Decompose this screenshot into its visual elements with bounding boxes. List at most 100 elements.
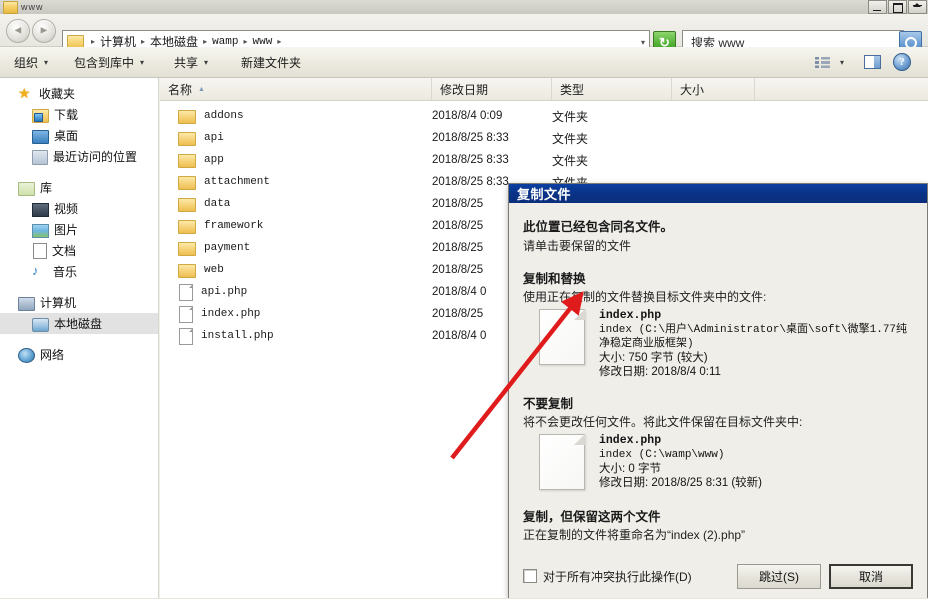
source-file-path: index (C:\用户\Administrator\桌面\soft\微擎1.7… [599, 323, 913, 351]
navigation-sidebar[interactable]: ★ 收藏夹 下载 桌面 最近访问的位置 库 视频 [0, 78, 159, 599]
toolbar-new-folder[interactable]: 新建文件夹 [235, 53, 307, 72]
source-file-name: index.php [599, 309, 913, 323]
file-name-label: api.php [201, 286, 247, 298]
folder-icon [178, 242, 196, 256]
sidebar-group-network: 网络 [0, 344, 158, 365]
source-file-modified: 修改日期: 2018/8/4 0:11 [599, 365, 913, 379]
window-controls [868, 0, 927, 14]
sidebar-item-computer[interactable]: 计算机 [0, 292, 158, 313]
file-type-cell: 文件夹 [552, 152, 672, 169]
folder-icon [178, 198, 196, 212]
apply-to-all-checkbox[interactable] [523, 569, 537, 583]
minimize-button[interactable] [868, 0, 887, 14]
sidebar-label-downloads: 下载 [54, 106, 78, 123]
sidebar-label-videos: 视频 [54, 200, 78, 217]
file-name-cell: install.php [160, 328, 432, 345]
view-mode-button[interactable]: ▾ [815, 52, 844, 72]
option-dont-copy[interactable]: 不要复制 将不会更改任何文件。将此文件保留在目标文件夹中: index.php … [523, 393, 913, 490]
sidebar-label-music: 音乐 [53, 263, 77, 280]
option-dont-copy-fileinfo: index.php index (C:\wamp\www) 大小: 0 字节 修… [599, 434, 762, 490]
file-name-cell: framework [160, 219, 432, 234]
skip-button[interactable]: 跳过(S) [737, 564, 821, 589]
table-row[interactable]: addons 2018/8/4 0:09 文件夹 [160, 105, 928, 127]
sidebar-item-pictures[interactable]: 图片 [0, 219, 158, 240]
library-icon [18, 182, 35, 196]
file-name-cell: app [160, 153, 432, 168]
preview-pane-button[interactable] [864, 52, 881, 72]
file-name-label: api [204, 132, 224, 144]
sidebar-item-documents[interactable]: 文档 [0, 240, 158, 261]
star-icon: ★ [18, 86, 34, 101]
chevron-down-icon: ▾ [204, 58, 208, 67]
column-header-type[interactable]: 类型 [552, 78, 672, 100]
file-name-label: index.php [201, 308, 260, 320]
option-copy-and-replace[interactable]: 复制和替换 使用正在复制的文件替换目标文件夹中的文件: index.php in… [523, 268, 913, 379]
back-arrow-icon: ◄ [13, 26, 24, 37]
navigation-bar: ◄ ► ▸ 计算机 ▸ 本地磁盘 ▸ wamp ▸ www ▸ ▾ ↻ 搜索 w… [0, 14, 928, 47]
folder-icon [178, 154, 196, 168]
sidebar-item-videos[interactable]: 视频 [0, 198, 158, 219]
sidebar-item-music[interactable]: ♪ 音乐 [0, 261, 158, 282]
apply-to-all-checkbox-wrapper[interactable]: 对于所有冲突执行此操作(D) [523, 568, 692, 585]
forward-button[interactable]: ► [32, 19, 56, 43]
sidebar-item-local-disk[interactable]: 本地磁盘 [0, 313, 158, 334]
option-dont-copy-desc: 将不会更改任何文件。将此文件保留在目标文件夹中: [523, 413, 913, 430]
sidebar-item-desktop[interactable]: 桌面 [0, 125, 158, 146]
network-icon [18, 348, 35, 363]
file-name-cell: api.php [160, 284, 432, 301]
sidebar-group-libraries: 库 视频 图片 文档 ♪ 音乐 [0, 177, 158, 282]
folder-icon [178, 132, 196, 146]
toolbar-organize-label: 组织 [14, 54, 38, 71]
file-name-cell: index.php [160, 306, 432, 323]
view-list-icon [815, 56, 830, 69]
option-copy-and-replace-fileinfo: index.php index (C:\用户\Administrator\桌面\… [599, 309, 913, 379]
window-title-bar: www [0, 0, 928, 15]
help-button[interactable]: ? [893, 52, 911, 72]
cancel-button[interactable]: 取消 [829, 564, 913, 589]
chevron-down-icon[interactable]: ▾ [840, 58, 844, 67]
table-row[interactable]: app 2018/8/25 8:33 文件夹 [160, 149, 928, 171]
option-keep-both[interactable]: 复制，但保留这两个文件 正在复制的文件将重命名为“index (2).php” [523, 506, 913, 543]
copy-file-dialog: 复制文件 此位置已经包含同名文件。 请单击要保留的文件 复制和替换 使用正在复制… [508, 183, 928, 599]
table-row[interactable]: api 2018/8/25 8:33 文件夹 [160, 127, 928, 149]
sidebar-item-libraries[interactable]: 库 [0, 177, 158, 198]
column-header-size[interactable]: 大小 [672, 78, 755, 100]
download-folder-icon [32, 109, 49, 123]
sidebar-label-documents: 文档 [52, 242, 76, 259]
column-header-date[interactable]: 修改日期 [432, 78, 552, 100]
column-header-name[interactable]: 名称 ▲ [160, 78, 432, 100]
dialog-heading: 此位置已经包含同名文件。 [523, 216, 913, 235]
computer-icon [18, 297, 35, 311]
file-date-cell: 2018/8/4 0:09 [432, 110, 552, 122]
toolbar-include-in-library[interactable]: 包含到库中 ▾ [68, 53, 150, 72]
toolbar-share-label: 共享 [174, 54, 198, 71]
close-button[interactable] [908, 0, 927, 14]
sidebar-label-local-disk: 本地磁盘 [54, 315, 102, 332]
help-icon: ? [893, 53, 911, 71]
column-header-size-label: 大小 [680, 81, 704, 98]
source-file-size: 大小: 750 字节 (较大) [599, 351, 913, 365]
sidebar-item-favorites[interactable]: ★ 收藏夹 [0, 83, 158, 104]
toolbar-organize[interactable]: 组织 ▾ [8, 53, 54, 72]
sidebar-label-recent-places: 最近访问的位置 [53, 148, 137, 165]
option-copy-and-replace-title: 复制和替换 [523, 268, 913, 287]
sidebar-item-network[interactable]: 网络 [0, 344, 158, 365]
toolbar-include-label: 包含到库中 [74, 54, 134, 71]
sidebar-group-favorites: ★ 收藏夹 下载 桌面 最近访问的位置 [0, 83, 158, 167]
folder-icon [178, 264, 196, 278]
back-button[interactable]: ◄ [6, 19, 30, 43]
sidebar-label-libraries: 库 [40, 179, 52, 196]
address-dropdown-caret-icon[interactable]: ▾ [641, 38, 645, 47]
window-title: www [21, 2, 44, 12]
target-file-path: index (C:\wamp\www) [599, 448, 762, 462]
file-icon [179, 328, 193, 345]
maximize-button[interactable] [888, 0, 907, 14]
toolbar-share[interactable]: 共享 ▾ [168, 53, 214, 72]
sidebar-item-recent-places[interactable]: 最近访问的位置 [0, 146, 158, 167]
folder-icon [178, 220, 196, 234]
file-name-cell: attachment [160, 175, 432, 190]
command-toolbar: 组织 ▾ 包含到库中 ▾ 共享 ▾ 新建文件夹 ▾ ? [0, 47, 928, 78]
picture-icon [32, 224, 49, 238]
sidebar-item-downloads[interactable]: 下载 [0, 104, 158, 125]
folder-icon [178, 176, 196, 190]
